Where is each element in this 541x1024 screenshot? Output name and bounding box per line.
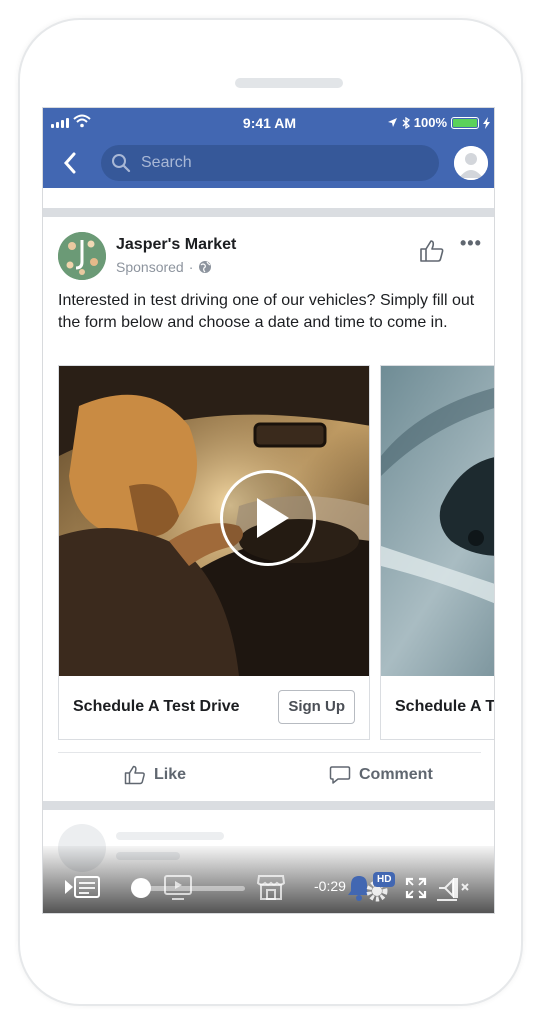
- carousel[interactable]: Schedule A Test Drive Sign Up Schedule A…: [58, 365, 494, 740]
- sponsored-meta: Sponsored ·: [116, 259, 212, 275]
- hd-badge[interactable]: HD: [373, 872, 396, 887]
- feed-divider-top: [43, 208, 494, 217]
- post-text: Interested in test driving one of our ve…: [58, 292, 475, 331]
- post-actions: Like Comment: [58, 752, 481, 802]
- card-cta-row: Schedule A Test Drive Sign Up: [59, 676, 369, 740]
- search-placeholder: Search: [141, 154, 192, 171]
- phone-speaker: [235, 78, 343, 88]
- top-nav-bar: Search: [43, 138, 494, 188]
- card-cta-row: Schedule A T: [381, 676, 494, 740]
- like-label: Like: [154, 766, 187, 783]
- feed-icon[interactable]: [63, 874, 103, 900]
- card-title[interactable]: Schedule A Test Drive: [73, 698, 240, 716]
- sign-up-button[interactable]: Sign Up: [278, 690, 355, 724]
- profile-avatar[interactable]: [454, 146, 488, 180]
- bluetooth-icon: [402, 116, 410, 129]
- video-media[interactable]: [59, 366, 369, 676]
- thumbs-up-icon: [124, 765, 145, 785]
- comment-icon: [329, 766, 351, 784]
- driving-video-thumbnail: [59, 366, 369, 676]
- like-button[interactable]: Like: [124, 765, 186, 785]
- marketplace-icon[interactable]: [256, 872, 286, 902]
- play-icon: [257, 498, 289, 538]
- page-logo-icon: [58, 232, 106, 280]
- feed-divider-bottom: [43, 801, 494, 810]
- car-road-thumbnail: [381, 366, 494, 676]
- charging-bolt-icon: [483, 116, 490, 129]
- mute-icon[interactable]: [437, 874, 473, 902]
- status-bar: 9:41 AM 100%: [43, 108, 494, 138]
- watch-icon[interactable]: [163, 874, 193, 902]
- battery-percent: 100%: [413, 115, 447, 130]
- page-avatar[interactable]: [58, 232, 106, 280]
- like-page-icon[interactable]: [419, 239, 445, 263]
- more-options-icon[interactable]: •••: [460, 233, 482, 254]
- carousel-card[interactable]: Schedule A Test Drive Sign Up: [58, 365, 370, 740]
- sponsored-label: Sponsored: [116, 259, 184, 275]
- location-arrow-icon: [387, 118, 397, 127]
- back-chevron-icon[interactable]: [63, 152, 77, 174]
- image-media[interactable]: [381, 366, 494, 676]
- status-right: 100%: [387, 115, 490, 130]
- fullscreen-icon[interactable]: [405, 877, 427, 899]
- video-controls-bar: -0:29 HD: [43, 846, 494, 913]
- comment-label: Comment: [359, 766, 433, 783]
- user-silhouette-icon: [454, 146, 488, 180]
- globe-icon: [199, 261, 212, 273]
- battery-icon: [451, 116, 479, 129]
- play-button[interactable]: [220, 470, 316, 566]
- progress-handle[interactable]: [130, 878, 151, 898]
- search-input[interactable]: Search: [101, 145, 439, 181]
- page-name[interactable]: Jasper's Market: [116, 236, 236, 254]
- phone-screen: 9:41 AM 100% Search Jasper's Market Spon…: [42, 107, 495, 914]
- comment-button[interactable]: Comment: [329, 765, 433, 785]
- carousel-card[interactable]: Schedule A T: [380, 365, 494, 740]
- time-remaining: -0:29: [314, 878, 346, 894]
- card-title[interactable]: Schedule A T: [395, 698, 494, 716]
- search-icon: [112, 154, 131, 173]
- placeholder-line: [116, 832, 224, 840]
